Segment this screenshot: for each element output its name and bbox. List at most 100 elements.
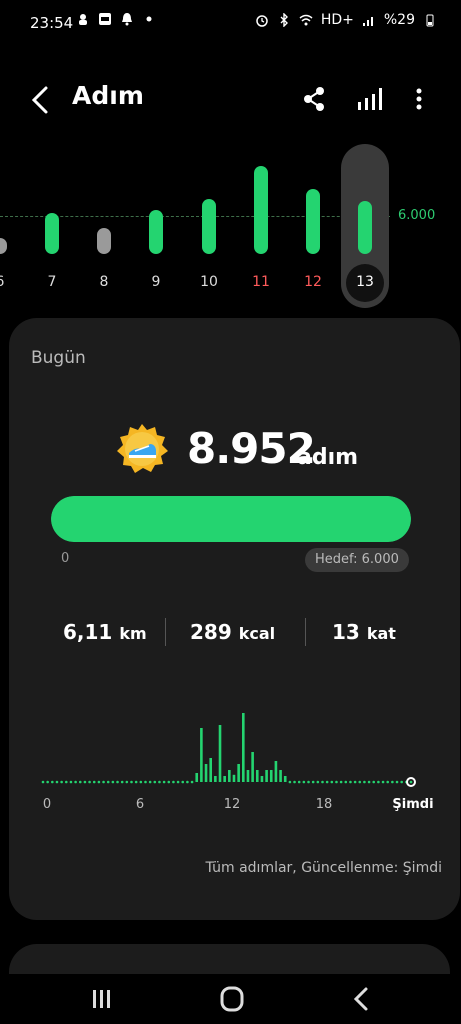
bar-chart-icon[interactable]	[355, 84, 385, 114]
day-bar-7[interactable]	[45, 212, 59, 254]
calories-unit: kcal	[238, 624, 276, 643]
day-bar-12[interactable]	[306, 188, 320, 254]
hourly-dot	[130, 780, 133, 784]
status-right-icons: HD+ %29	[255, 12, 437, 28]
share-icon[interactable]	[299, 84, 329, 114]
day-label-7[interactable]: 7	[37, 274, 67, 290]
hourly-dot	[325, 780, 329, 784]
hourly-dot	[381, 780, 385, 784]
hourly-bar	[218, 725, 222, 782]
page-title: Adım	[72, 81, 144, 110]
hourly-dot	[92, 780, 96, 784]
hourly-dot	[409, 780, 413, 784]
day-bar-6[interactable]	[0, 238, 7, 254]
steps-unit: adım	[297, 445, 359, 470]
hourly-dot	[139, 780, 143, 784]
hourly-dot	[106, 780, 110, 784]
hourly-dot	[41, 780, 45, 784]
hourly-bar	[200, 728, 203, 782]
daily-steps-chart: 6.000 6 7 8 9 10 11 12 13	[0, 140, 461, 310]
hourly-dot	[176, 780, 180, 784]
hourly-dot	[144, 780, 147, 784]
hourly-dot	[377, 780, 380, 784]
hourly-axis-label: 12	[224, 797, 241, 812]
day-label-13[interactable]: 13	[350, 274, 380, 290]
hourly-dot	[46, 780, 49, 784]
hourly-dot	[134, 780, 138, 784]
goal-chip: Hedef: 6.000	[305, 548, 409, 572]
hourly-dot	[120, 780, 124, 784]
update-note: Tüm adımlar, Güncellenme: Şimdi	[205, 860, 443, 876]
hourly-dot	[116, 780, 119, 784]
hourly-dot	[153, 780, 157, 784]
recents-icon[interactable]	[82, 982, 122, 1016]
hourly-bar	[204, 764, 208, 782]
signal-icon	[362, 17, 373, 26]
next-card-peek	[9, 944, 450, 974]
battery-icon	[426, 14, 434, 27]
calories-value: 289	[190, 620, 232, 644]
day-label-6[interactable]: 6	[0, 274, 15, 290]
hourly-dot	[102, 780, 105, 784]
dot-icon	[146, 16, 152, 22]
nav-back-icon[interactable]	[342, 982, 382, 1016]
back-arrow-icon[interactable]	[28, 82, 54, 118]
today-card: Bugün 8.952 adım 0 Hedef: 6.000 6,11 km …	[9, 318, 460, 920]
day-bar-13[interactable]	[358, 201, 372, 254]
hourly-dot	[83, 780, 87, 784]
day-label-9[interactable]: 9	[141, 274, 171, 290]
day-bar-9[interactable]	[149, 210, 163, 254]
more-vertical-icon[interactable]	[404, 84, 434, 114]
day-bar-11[interactable]	[254, 166, 268, 254]
battery-level: %29	[383, 12, 415, 28]
hourly-dot	[88, 780, 91, 784]
hourly-bar	[195, 773, 199, 782]
day-bar-8[interactable]	[97, 227, 111, 254]
period-label: Bugün	[31, 348, 86, 368]
distance-stat: 6,11 km	[63, 620, 147, 644]
hourly-bar	[269, 770, 273, 782]
network-type: HD+	[320, 12, 354, 28]
hourly-axis-label: 6	[136, 797, 144, 812]
notification-app-icon	[79, 14, 87, 25]
hourly-axis-label: 18	[316, 797, 333, 812]
floors-value: 13	[332, 620, 360, 644]
hourly-dot	[367, 780, 371, 784]
day-label-12[interactable]: 12	[298, 274, 328, 290]
hourly-bar	[214, 776, 217, 782]
hourly-bar	[265, 770, 268, 782]
status-bar: 23:54 HD+ %29	[0, 8, 461, 38]
day-bar-10[interactable]	[202, 198, 216, 254]
hourly-dot	[335, 780, 338, 784]
hourly-steps-chart: 0 6 12 18 Şimdi	[41, 713, 434, 812]
hourly-axis-label: 0	[43, 797, 51, 812]
floors-unit: kat	[366, 624, 396, 643]
hourly-dot	[330, 780, 334, 784]
hourly-dot	[60, 780, 63, 784]
steps-progress-bar	[51, 496, 411, 542]
hourly-dot	[293, 780, 296, 784]
hourly-bar	[260, 776, 264, 782]
hourly-dot	[372, 780, 376, 784]
day-label-8[interactable]: 8	[89, 274, 119, 290]
hourly-dot	[358, 780, 362, 784]
hourly-dot	[74, 780, 77, 784]
status-time: 23:54	[30, 14, 74, 32]
day-label-10[interactable]: 10	[194, 274, 224, 290]
hourly-dot	[162, 780, 166, 784]
goal-label: 6.000	[398, 208, 436, 223]
hourly-dot	[297, 780, 301, 784]
hourly-bar	[232, 774, 236, 782]
day-label-11[interactable]: 11	[246, 274, 276, 290]
home-icon[interactable]	[212, 982, 252, 1016]
hourly-dot	[172, 780, 175, 784]
hourly-dot	[190, 780, 194, 784]
app-bar: Adım	[0, 78, 461, 122]
steps-count: 8.952	[187, 424, 316, 473]
hourly-dot	[51, 780, 54, 784]
status-left-icons	[76, 12, 156, 26]
hourly-dot	[321, 780, 324, 784]
app-badge-icon	[99, 13, 111, 25]
hourly-bar	[255, 770, 259, 782]
hourly-bar	[251, 752, 254, 782]
